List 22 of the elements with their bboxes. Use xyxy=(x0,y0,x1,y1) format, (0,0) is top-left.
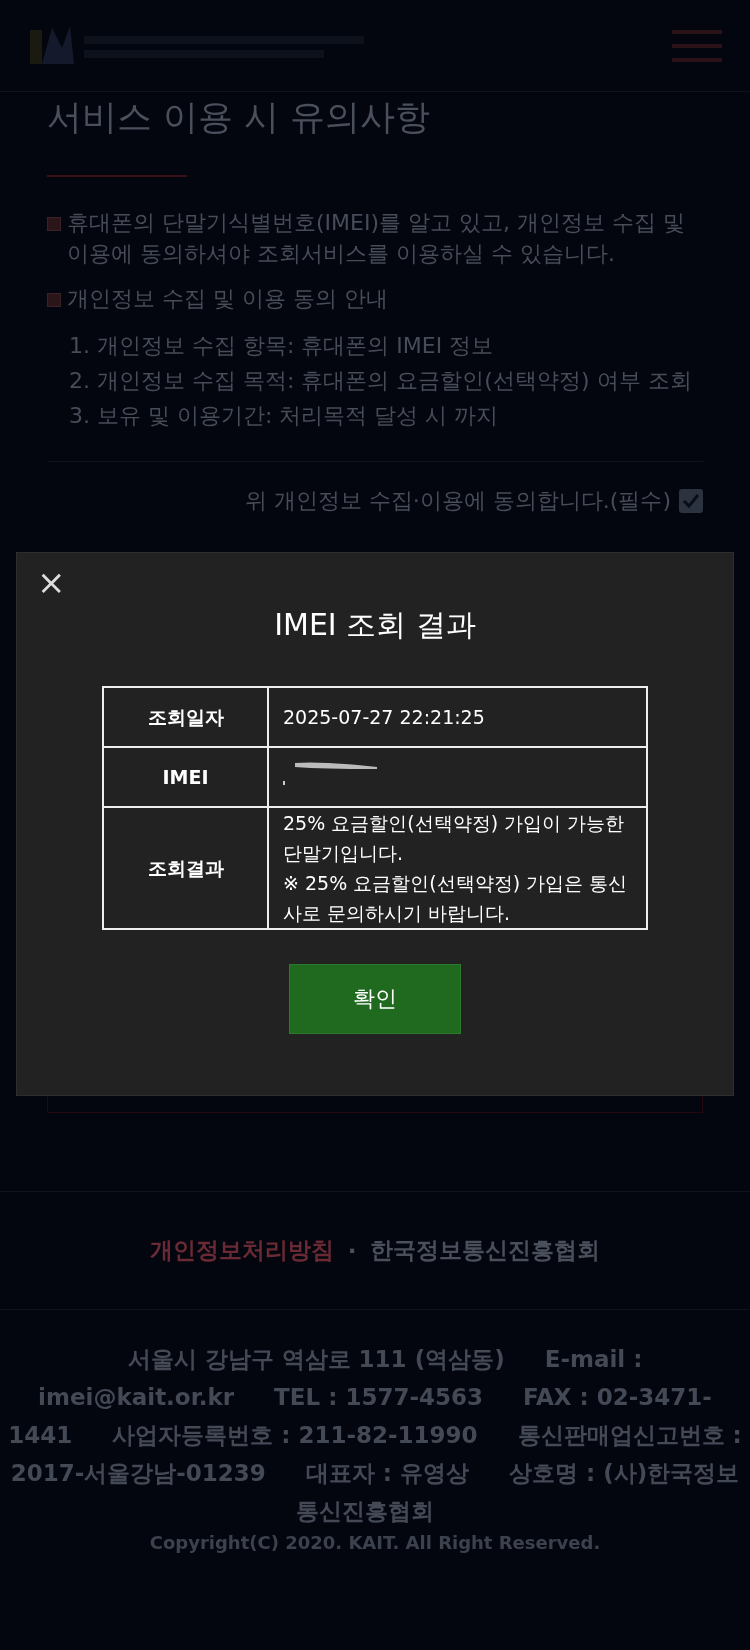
copyright-text: Copyright(C) 2020. KAIT. All Right Reserved. xyxy=(148,1532,602,1553)
menu-icon[interactable] xyxy=(672,27,722,64)
header-cell: 조회결과 xyxy=(103,807,268,929)
header-cell: IMEI xyxy=(103,747,268,807)
agreement-label: 위 개인정보 수집·이용에 동의합니다.(필수) xyxy=(244,487,671,515)
list-item: 2. 개인정보 수집 목적: 휴대폰의 요금할인(선택약정) 여부 조회 xyxy=(69,367,693,395)
section-title: 서비스 이용 시 유의사항 xyxy=(47,96,432,139)
checkbox[interactable] xyxy=(679,489,703,513)
separator: · xyxy=(347,1237,357,1264)
list-item: 1. 개인정보 수집 항목: 휴대폰의 IMEI 정보 xyxy=(69,332,495,360)
header-cell: 조회일자 xyxy=(103,687,268,747)
bullet-icon xyxy=(47,217,61,231)
footer-info: 서울시 강남구 역삼로 111 (역삼동) E-mail : imei@kait.or.kr TEL : 1577-4563 FAX : 02-3471-1441 사업자등록번호 : 211-82-11990 통신판매업신고번호 : 2017-서울강남-01239 대표자 : 유영상 상호명 : (사)한국정보통신진흥협회 xyxy=(7,1345,743,1526)
confirm-button[interactable]: 확인 xyxy=(289,964,461,1034)
list-item: 3. 보유 및 이용기간: 처리목적 달성 시 까지 xyxy=(69,402,500,430)
close-button[interactable]: × xyxy=(31,563,72,601)
modal-title: IMEI 조회 결과 xyxy=(273,606,477,644)
notice-text: 개인정보 수집 및 이용 동의 안내 xyxy=(67,285,388,313)
table-cell: 25% 요금할인(선택약정) 가입이 가능한 단말기입니다. ※ 25% 요금할인(선택약정) 가입은 통신사로 문의하시기 바랍니다. xyxy=(268,807,647,929)
bullet-icon xyxy=(47,293,61,307)
table-cell: 2025-07-27 22:21:25 xyxy=(268,687,647,747)
notice-text: 휴대폰의 단말기식별번호(IMEI)를 알고 있고, 개인정보 수집 및 이용에 동의하셔야 조회서비스를 이용하실 수 있습니다. xyxy=(67,209,686,268)
